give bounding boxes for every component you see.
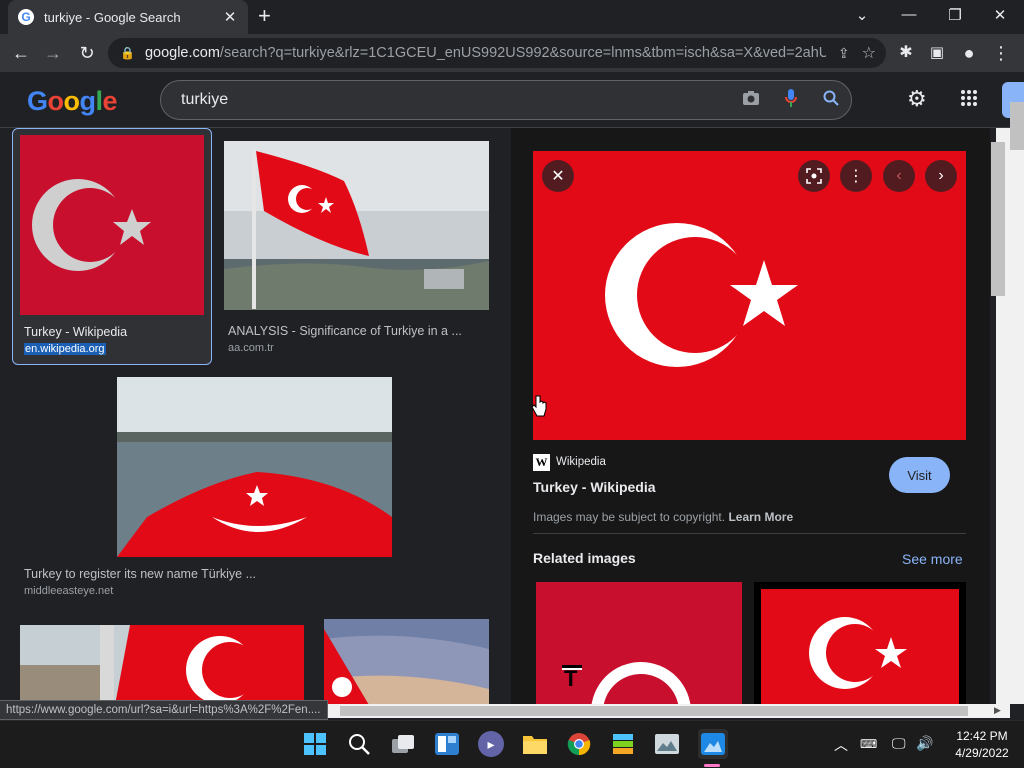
result-card[interactable]: ANALYSIS - Significance of Turkiye in a … [224, 141, 489, 371]
vertical-scrollbar[interactable] [990, 102, 1024, 704]
extensions-puzzle-icon[interactable]: ✱ [895, 43, 917, 63]
close-preview-button[interactable]: ✕ [542, 160, 574, 192]
url-text: google.com/search?q=turkiye&rlz=1C1GCEU_… [144, 45, 826, 61]
image-results-grid: Turkey - Wikipedia en.wikipedia.org ANAL… [0, 128, 510, 704]
scrollbar-thumb[interactable] [991, 142, 1005, 296]
result-title[interactable]: Turkey - Wikipedia [24, 325, 204, 339]
task-view-icon[interactable] [390, 731, 416, 757]
google-header: Google turkiye ⚙ [0, 72, 1024, 128]
back-icon[interactable]: ← [10, 43, 32, 63]
result-card-selected[interactable]: Turkey - Wikipedia en.wikipedia.org [12, 128, 212, 365]
tab-bar: G turkiye - Google Search ✕ + ⌄ — ❐ ✕ [0, 0, 1024, 34]
search-box[interactable]: turkiye [160, 80, 852, 120]
side-panel-icon[interactable]: ▣ [926, 43, 948, 63]
active-app-indicator [704, 764, 720, 767]
widgets-icon[interactable] [434, 731, 460, 757]
bookmark-star-icon[interactable]: ☆ [862, 43, 876, 63]
scroll-right-arrow-icon[interactable]: ▶ [994, 705, 1001, 716]
result-source[interactable]: en.wikipedia.org [24, 343, 106, 355]
search-input[interactable]: turkiye [181, 91, 731, 109]
window-close-icon[interactable]: ✕ [990, 6, 1010, 24]
google-logo[interactable]: Google [27, 86, 118, 117]
result-thumbnail[interactable] [224, 141, 489, 310]
result-source[interactable]: aa.com.tr [228, 342, 488, 354]
restore-icon[interactable]: ❐ [945, 6, 965, 24]
network-icon[interactable]: 🖵 [892, 735, 906, 752]
search-taskbar-icon[interactable] [346, 731, 372, 757]
result-thumbnail[interactable] [20, 625, 304, 704]
profile-icon[interactable]: ● [958, 43, 980, 63]
file-explorer-icon[interactable] [522, 731, 548, 757]
see-more-link[interactable]: See more [902, 551, 963, 567]
keyboard-icon[interactable]: ⌨ [860, 737, 877, 751]
forward-icon[interactable]: → [42, 43, 64, 63]
status-bar-url: https://www.google.com/url?sa=i&url=http… [0, 700, 328, 720]
clock-date: 4/29/2022 [955, 746, 1009, 760]
tab-close-icon[interactable]: ✕ [222, 8, 238, 26]
share-icon[interactable]: ⇪ [838, 45, 850, 62]
preview-title[interactable]: Turkey - Wikipedia [533, 479, 656, 495]
result-thumbnail[interactable] [324, 619, 489, 704]
page-scrollbar-thumb[interactable] [1010, 102, 1024, 150]
tab-title: turkiye - Google Search [44, 9, 181, 25]
previous-image-button[interactable]: ‹ [883, 160, 915, 192]
result-title[interactable]: Turkey to register its new name Türkiye … [24, 567, 484, 581]
windows-start-icon[interactable] [302, 731, 328, 757]
search-icon[interactable] [811, 90, 851, 111]
visit-button[interactable]: Visit [889, 457, 950, 493]
mouse-hand-cursor-icon [531, 395, 547, 417]
microphone-icon[interactable] [771, 88, 811, 113]
tab-search-chevron-icon[interactable]: ⌄ [852, 6, 872, 24]
related-image[interactable]: T [536, 582, 742, 704]
lock-icon: 🔒 [120, 46, 135, 60]
tab-active[interactable]: G turkiye - Google Search ✕ [8, 0, 248, 34]
svg-text:T: T [564, 666, 578, 691]
image-preview-panel: ✕ ⋮ ‹ › W Wikipedia Turkey - Wikipedia V… [511, 128, 990, 704]
bluestacks-icon[interactable] [610, 731, 636, 757]
address-bar[interactable]: 🔒 google.com/search?q=turkiye&rlz=1C1GCE… [108, 38, 886, 68]
windows-taskbar: ▸ ︿ ⌨ 🖵 🔊 12:42 PM 4/29/2022 [0, 720, 1024, 768]
menu-kebab-icon[interactable]: ⋮ [990, 43, 1012, 63]
related-image-frame[interactable] [754, 582, 966, 704]
browser-toolbar: ← → ↻ 🔒 google.com/search?q=turkiye&rlz=… [0, 34, 1024, 72]
camera-icon[interactable] [731, 90, 771, 111]
result-title[interactable]: ANALYSIS - Significance of Turkiye in a … [228, 324, 488, 338]
minimize-icon[interactable]: — [899, 6, 919, 23]
photos-app-icon[interactable] [654, 731, 680, 757]
result-thumbnail[interactable] [20, 135, 204, 315]
clock[interactable]: 12:42 PM 4/29/2022 [948, 729, 1016, 760]
next-image-button[interactable]: › [925, 160, 957, 192]
result-card[interactable]: Turkey to register its new name Türkiye … [20, 377, 490, 607]
divider [533, 533, 966, 534]
scrollbar-thumb[interactable] [340, 706, 968, 716]
copyright-notice: Images may be subject to copyright. Lear… [533, 510, 794, 524]
clock-time: 12:42 PM [956, 729, 1008, 743]
teams-chat-icon[interactable]: ▸ [478, 731, 504, 757]
wikipedia-favicon-icon: W [533, 454, 550, 471]
google-favicon-icon: G [18, 9, 34, 25]
volume-icon[interactable]: 🔊 [916, 735, 933, 752]
result-thumbnail[interactable] [117, 377, 392, 557]
related-images-heading: Related images [533, 550, 636, 566]
chrome-icon[interactable] [566, 731, 592, 757]
learn-more-link[interactable]: Learn More [728, 510, 793, 524]
settings-gear-icon[interactable]: ⚙ [907, 86, 927, 112]
new-tab-icon[interactable]: + [258, 5, 271, 27]
lens-search-button[interactable] [798, 160, 830, 192]
more-options-button[interactable]: ⋮ [840, 160, 872, 192]
photos-active-icon[interactable] [698, 729, 728, 759]
reload-icon[interactable]: ↻ [76, 43, 98, 63]
preview-image[interactable] [533, 151, 966, 440]
show-hidden-icons-chevron-icon[interactable]: ︿ [834, 735, 848, 755]
related-image[interactable] [761, 589, 959, 704]
apps-grid-icon[interactable] [960, 89, 978, 112]
result-source[interactable]: middleeasteye.net [24, 585, 484, 597]
preview-site-name[interactable]: Wikipedia [556, 456, 606, 468]
